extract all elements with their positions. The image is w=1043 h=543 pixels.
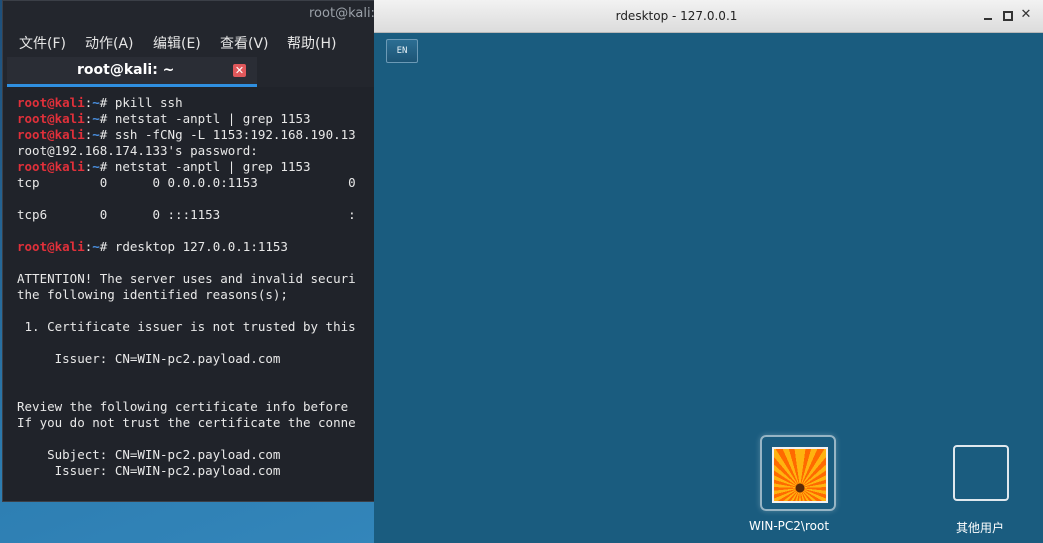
terminal-window[interactable]: root@kali: ~ 文件(F) 动作(A) 编辑(E) 查看(V) 帮助(… (2, 0, 376, 502)
terminal-line: Issuer: CN=WIN-pc2.payload.com (17, 351, 375, 367)
prompt-hash: # (99, 239, 115, 254)
terminal-tab[interactable]: root@kali: ~ ✕ (7, 57, 257, 87)
line-text: If you do not trust the certificate the … (17, 415, 356, 430)
menu-file[interactable]: 文件(F) (19, 33, 66, 53)
line-text: rdesktop 127.0.0.1:1153 (114, 239, 288, 254)
line-text: netstat -anptl | grep 1153 (114, 159, 311, 174)
prompt-user: root@kali (17, 239, 85, 254)
close-icon[interactable]: ✕ (1019, 8, 1033, 22)
rdesktop-titlebar[interactable]: rdesktop - 127.0.0.1 ✕ (374, 0, 1043, 33)
maximize-icon[interactable] (1000, 8, 1014, 22)
terminal-line: root@kali:~# netstat -anptl | grep 1153 (17, 159, 375, 175)
prompt-hash: # (99, 95, 115, 110)
remote-login-screen[interactable]: EN WIN-PC2\root 其他用户 (374, 33, 1043, 543)
terminal-menubar: 文件(F) 动作(A) 编辑(E) 查看(V) 帮助(H) (3, 27, 375, 57)
prompt-user: root@kali (17, 111, 85, 126)
menu-edit[interactable]: 编辑(E) (153, 33, 201, 53)
line-text: tcp6 0 0 :::1153 : (17, 207, 356, 222)
terminal-output[interactable]: root@kali:~# pkill ssh root@kali:~# netst… (17, 95, 375, 495)
terminal-line: root@kali:~# netstat -anptl | grep 1153 (17, 111, 375, 127)
prompt-path: ~ (92, 159, 100, 174)
terminal-tab-label: root@kali: ~ (77, 62, 175, 78)
line-text: Subject: CN=WIN-pc2.payload.com (17, 447, 281, 462)
prompt-path: ~ (92, 95, 100, 110)
user-tile-other-user[interactable]: 其他用户 (925, 435, 1035, 535)
terminal-line: Review the following certificate info be… (17, 399, 375, 415)
menu-help[interactable]: 帮助(H) (287, 33, 336, 53)
prompt-user: root@kali (17, 127, 85, 142)
line-text: pkill ssh (114, 95, 183, 110)
terminal-line: Issuer: CN=WIN-pc2.payload.com (17, 463, 375, 479)
prompt-hash: # (99, 159, 115, 174)
prompt-hash: # (99, 111, 115, 126)
minimize-icon[interactable] (981, 8, 995, 22)
user-name: WIN-PC2\root (748, 519, 830, 533)
line-text: ATTENTION! The server uses and invalid s… (17, 271, 356, 286)
rdesktop-title: rdesktop - 127.0.0.1 (615, 9, 738, 23)
rdesktop-window[interactable]: rdesktop - 127.0.0.1 ✕ EN WIN-PC2\root 其… (374, 0, 1043, 543)
menu-view[interactable]: 查看(V) (220, 33, 269, 53)
terminal-line: root@kali:~# rdesktop 127.0.0.1:1153 (17, 239, 375, 255)
line-text: netstat -anptl | grep 1153 (114, 111, 311, 126)
line-text: 1. Certificate issuer is not trusted by … (17, 319, 356, 334)
prompt-hash: # (99, 127, 115, 142)
line-text: ssh -fCNg -L 1153:192.168.190.13 (114, 127, 356, 142)
menu-action[interactable]: 动作(A) (85, 33, 134, 53)
prompt-path: ~ (92, 239, 100, 254)
terminal-line: tcp6 0 0 :::1153 : (17, 207, 375, 223)
line-text: Issuer: CN=WIN-pc2.payload.com (17, 351, 281, 366)
prompt-path: ~ (92, 111, 100, 126)
terminal-line: ATTENTION! The server uses and invalid s… (17, 271, 375, 287)
line-text: the following identified reasons(s); (17, 287, 288, 302)
tab-close-icon[interactable]: ✕ (233, 64, 246, 77)
line-text: Review the following certificate info be… (17, 399, 349, 414)
terminal-tabbar: root@kali: ~ ✕ (3, 57, 375, 87)
user-tile-win-pc2-root[interactable]: WIN-PC2\root (734, 435, 844, 535)
prompt-user: root@kali (17, 95, 85, 110)
prompt-user: root@kali (17, 159, 85, 174)
line-text: root@192.168.174.133's password: (17, 143, 258, 158)
terminal-line: Subject: CN=WIN-pc2.payload.com (17, 447, 375, 463)
terminal-line: root@192.168.174.133's password: (17, 143, 375, 159)
terminal-line: the following identified reasons(s); (17, 287, 375, 303)
terminal-line: root@kali:~# pkill ssh (17, 95, 375, 111)
flower-avatar-icon (772, 447, 828, 503)
line-text: Issuer: CN=WIN-pc2.payload.com (17, 463, 281, 478)
language-button[interactable]: EN (386, 39, 418, 63)
terminal-line: root@kali:~# ssh -fCNg -L 1153:192.168.1… (17, 127, 375, 143)
terminal-line: If you do not trust the certificate the … (17, 415, 375, 431)
terminal-line: 1. Certificate issuer is not trusted by … (17, 319, 375, 335)
prompt-path: ~ (92, 127, 100, 142)
line-text: tcp 0 0 0.0.0.0:1153 0 (17, 175, 356, 190)
terminal-line: tcp 0 0 0.0.0.0:1153 0 (17, 175, 375, 191)
terminal-window-title: root@kali: ~ (309, 6, 375, 21)
blank-avatar-icon (953, 445, 1009, 501)
terminal-titlebar[interactable]: root@kali: ~ (3, 1, 375, 27)
user-name: 其他用户 (955, 521, 1004, 535)
